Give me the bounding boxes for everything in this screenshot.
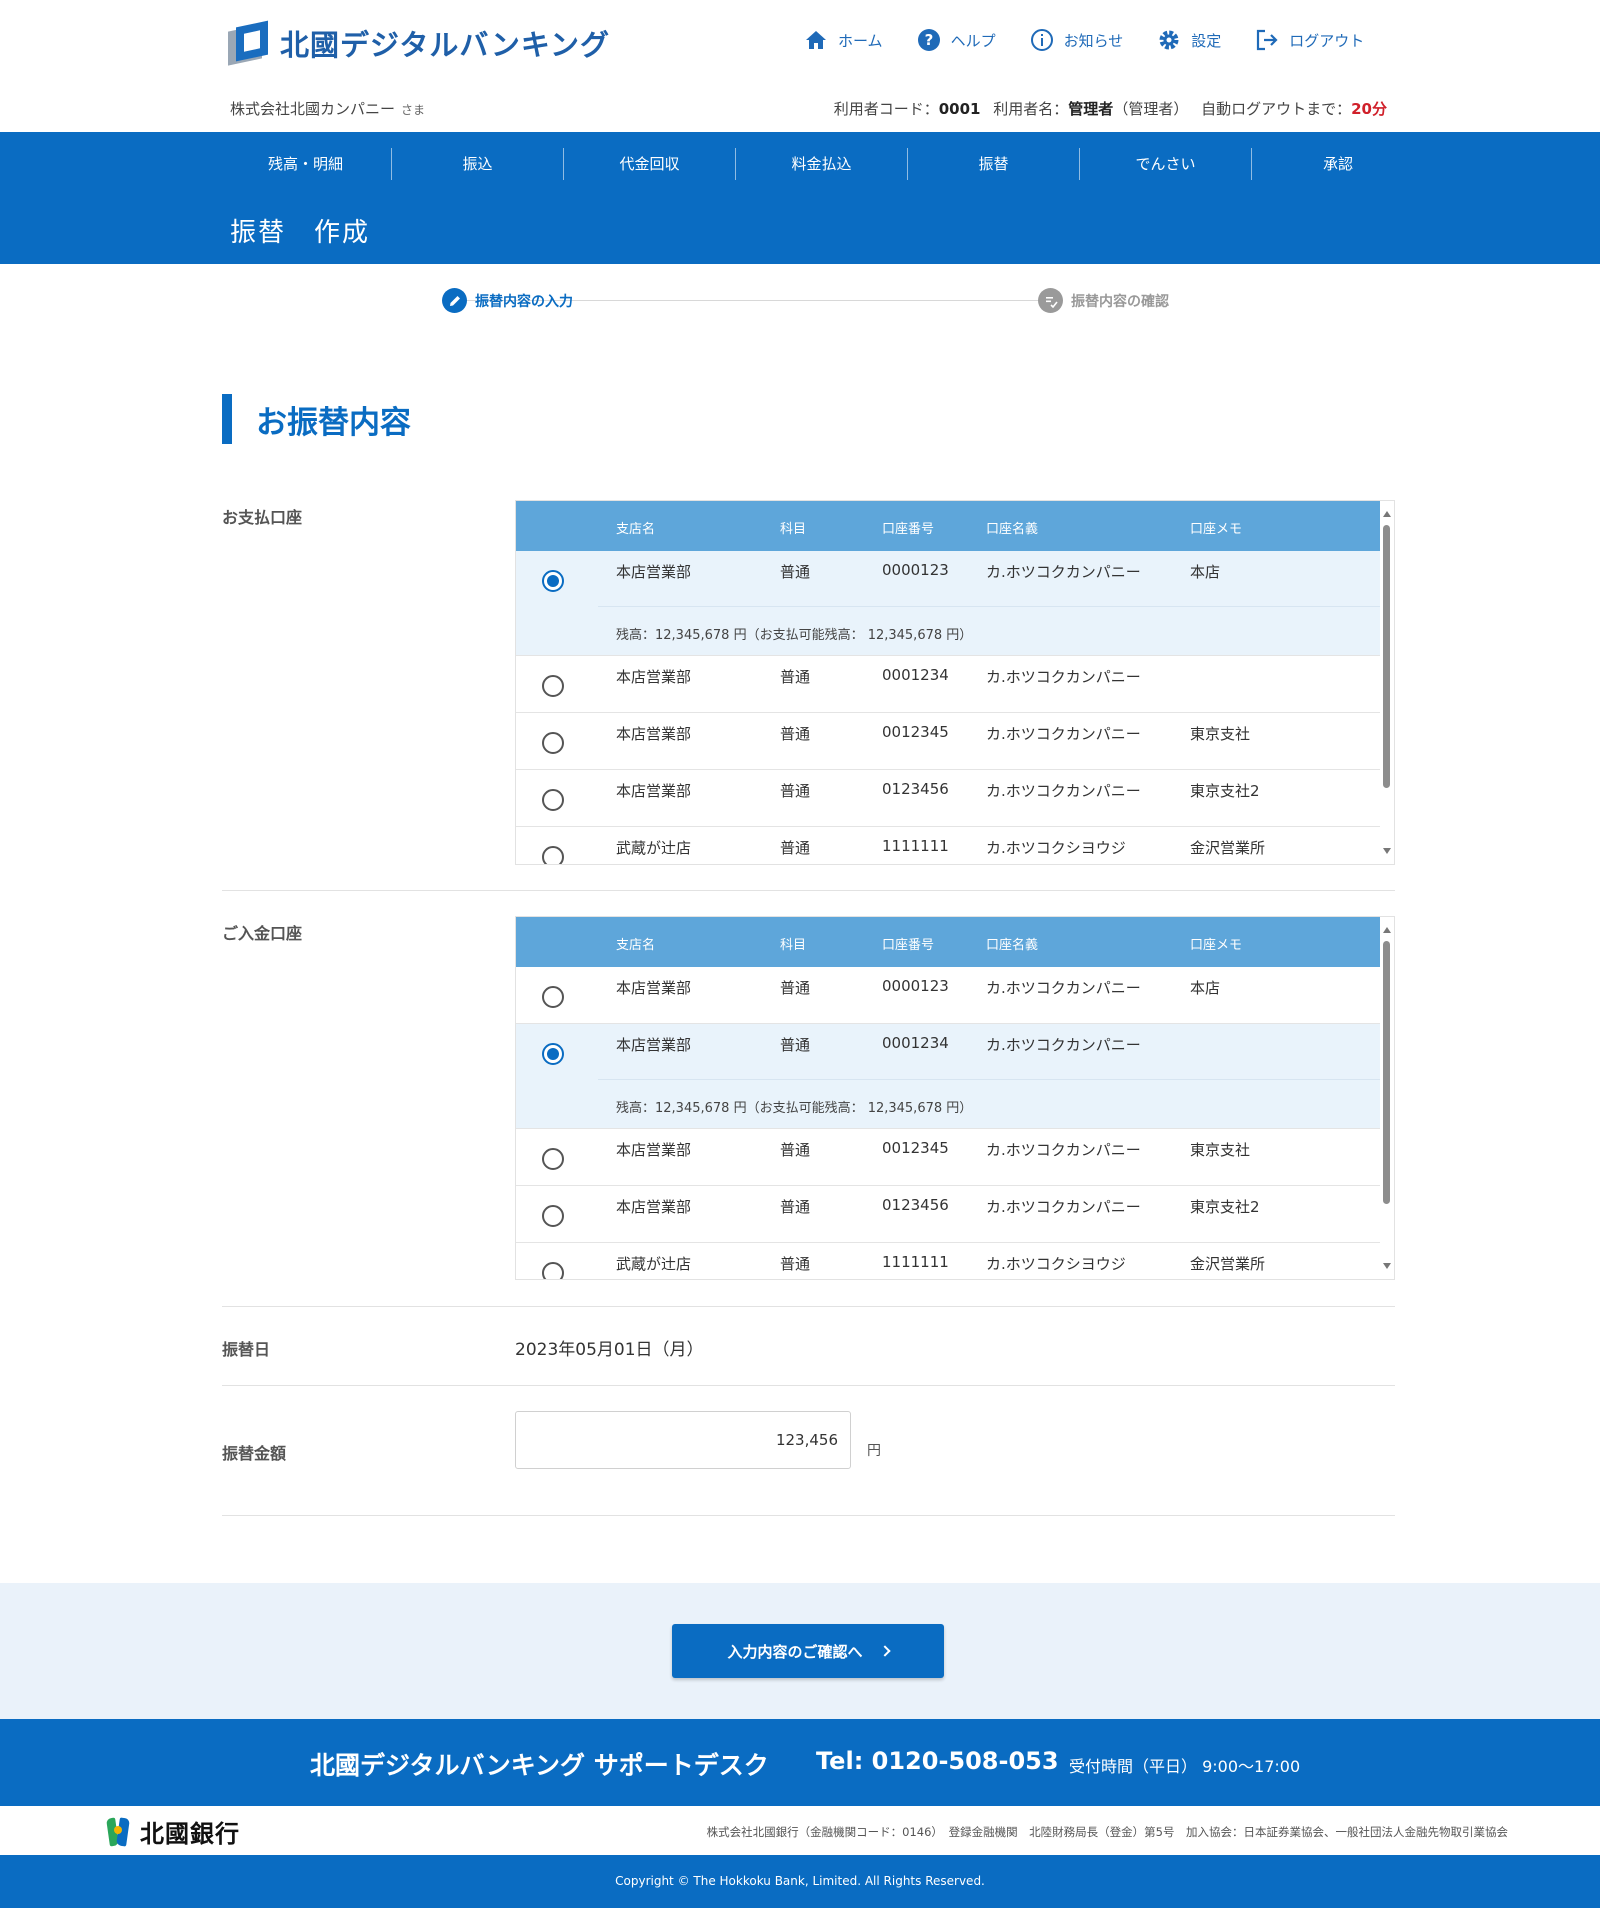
- user-info: 利用者コード：0001 利用者名：管理者（管理者） 自動ログアウトまで：20分: [833, 100, 1387, 118]
- help-icon: ?: [917, 29, 940, 51]
- logout-icon: [1257, 29, 1278, 51]
- nav-settings-label: 設定: [1191, 31, 1222, 50]
- auto-logout-timer: 20分: [1351, 100, 1387, 118]
- section-title: お振替内容: [256, 404, 411, 441]
- radio-button[interactable]: [542, 846, 564, 864]
- nav-settings[interactable]: 設定: [1157, 28, 1221, 52]
- pencil-icon: [442, 288, 467, 313]
- scrollbar[interactable]: [1380, 501, 1394, 864]
- bank-mark-icon: [106, 1816, 134, 1848]
- bank-logo: 北國銀行: [106, 1814, 240, 1849]
- payment-row-1[interactable]: 本店営業部 普通 0001234 カ.ホツコクカンパニー: [516, 656, 1380, 713]
- radio-button[interactable]: [542, 1205, 564, 1227]
- payment-row-3[interactable]: 本店営業部 普通 0123456 カ.ホツコクカンパニー 東京支社2: [516, 770, 1380, 827]
- nav-home[interactable]: ホーム: [804, 28, 883, 52]
- balance-info: 残高：12,345,678 円（お支払可能残高： 12,345,678 円）: [598, 1079, 1380, 1129]
- user-name: 管理者: [1068, 100, 1114, 118]
- home-icon: [806, 31, 826, 49]
- global-nav: 残高・明細 振込 代金回収 料金払込 振替 でんさい 承認: [220, 148, 1424, 180]
- step-confirm: 振替内容の確認: [1038, 288, 1169, 313]
- header: 北國デジタルバンキング ホーム ? ヘルプ お知らせ 設定 ログアウト 株式会社…: [0, 0, 1600, 132]
- deposit-account-table: 支店名 科目 口座番号 口座名義 口座メモ 本店営業部 普通 0000123 カ.ホツコクカン…: [515, 916, 1395, 1280]
- gnav-transfer[interactable]: 振替: [908, 148, 1080, 180]
- top-nav: ホーム ? ヘルプ お知らせ 設定 ログアウト: [804, 28, 1364, 52]
- deposit-row-2[interactable]: 本店営業部 普通 0012345 カ.ホツコクカンパニー 東京支社: [516, 1129, 1380, 1186]
- support-desk-bar: 北國デジタルバンキング サポートデスク Tel: 0120-508-053 受付…: [0, 1719, 1600, 1806]
- support-hours: 受付時間（平日） 9:00〜17:00: [1069, 1757, 1301, 1776]
- balance-info: 残高：12,345,678 円（お支払可能残高： 12,345,678 円）: [598, 606, 1380, 656]
- gnav-balance[interactable]: 残高・明細: [220, 148, 392, 180]
- transfer-date-value: 2023年05月01日（月）: [515, 1340, 704, 1360]
- footer: 北國銀行 株式会社北國銀行（金融機関コード：0146） 登録金融機関 北陸財務局…: [0, 1806, 1600, 1855]
- global-nav-band: 残高・明細 振込 代金回収 料金払込 振替 でんさい 承認 振替 作成: [0, 132, 1600, 264]
- gnav-furikomi[interactable]: 振込: [392, 148, 564, 180]
- stepper: 振替内容の入力 振替内容の確認: [442, 288, 1176, 314]
- gnav-collection[interactable]: 代金回収: [564, 148, 736, 180]
- nav-notice[interactable]: お知らせ: [1030, 28, 1124, 52]
- amount-input[interactable]: [515, 1411, 851, 1469]
- page-title: 振替 作成: [230, 218, 371, 248]
- payment-row-0[interactable]: 本店営業部 普通 0000123 カ.ホツコクカンパニー 本店 残高：12,345,67…: [516, 551, 1380, 656]
- nav-notice-label: お知らせ: [1063, 31, 1124, 50]
- gear-icon: [1159, 30, 1179, 50]
- payment-row-4[interactable]: 武蔵が辻店 普通 1111111 カ.ホツコクシヨウジ 金沢営業所: [516, 827, 1380, 864]
- nav-logout-label: ログアウト: [1289, 31, 1365, 50]
- deposit-account-label: ご入金口座: [222, 924, 303, 943]
- radio-button[interactable]: [542, 1262, 564, 1279]
- nav-help[interactable]: ? ヘルプ: [917, 28, 996, 52]
- brand-logo[interactable]: 北國デジタルバンキング: [228, 20, 611, 66]
- radio-button[interactable]: [542, 789, 564, 811]
- brand-mark-icon: [228, 20, 270, 66]
- support-tel[interactable]: Tel: 0120-508-053: [816, 1747, 1059, 1775]
- copyright: Copyright © The Hokkoku Bank, Limited. A…: [0, 1855, 1600, 1908]
- checklist-icon: [1038, 288, 1063, 313]
- brand-name: 北國デジタルバンキング: [280, 28, 611, 62]
- deposit-row-0[interactable]: 本店営業部 普通 0000123 カ.ホツコクカンパニー 本店: [516, 967, 1380, 1024]
- amount-unit: 円: [867, 1443, 881, 1459]
- radio-button[interactable]: [542, 986, 564, 1008]
- user-code: 0001: [938, 100, 981, 118]
- legal-notice: 株式会社北國銀行（金融機関コード：0146） 登録金融機関 北陸財務局長（登金）…: [706, 1825, 1508, 1839]
- radio-button[interactable]: [542, 1148, 564, 1170]
- payment-account-table: 支店名 科目 口座番号 口座名義 口座メモ 本店営業部 普通 0000123 カ.ホツコクカン…: [515, 500, 1395, 865]
- nav-home-label: ホーム: [838, 31, 883, 50]
- nav-help-label: ヘルプ: [950, 31, 996, 50]
- payment-row-2[interactable]: 本店営業部 普通 0012345 カ.ホツコクカンパニー 東京支社: [516, 713, 1380, 770]
- gnav-payment[interactable]: 料金払込: [736, 148, 908, 180]
- table-header: 支店名 科目 口座番号 口座名義 口座メモ: [516, 501, 1380, 551]
- gnav-approval[interactable]: 承認: [1252, 148, 1424, 180]
- bank-name: 北國銀行: [140, 1820, 240, 1848]
- table-header: 支店名 科目 口座番号 口座名義 口座メモ: [516, 917, 1380, 967]
- chevron-right-icon: [878, 1645, 891, 1657]
- support-desk-name: 北國デジタルバンキング サポートデスク: [310, 1751, 769, 1780]
- scrollbar[interactable]: [1380, 917, 1394, 1279]
- action-area: 入力内容のご確認へ: [0, 1583, 1600, 1719]
- info-icon: [1030, 29, 1053, 51]
- amount-label: 振替金額: [222, 1444, 287, 1463]
- payment-account-label: お支払口座: [222, 508, 303, 527]
- confirm-button[interactable]: 入力内容のご確認へ: [672, 1624, 944, 1678]
- radio-button[interactable]: [542, 1043, 564, 1065]
- section-heading: お振替内容: [222, 394, 411, 444]
- deposit-row-3[interactable]: 本店営業部 普通 0123456 カ.ホツコクカンパニー 東京支社2: [516, 1186, 1380, 1243]
- radio-button[interactable]: [542, 732, 564, 754]
- svg-text:?: ?: [924, 31, 933, 49]
- gnav-densai[interactable]: でんさい: [1080, 148, 1252, 180]
- deposit-row-1[interactable]: 本店営業部 普通 0001234 カ.ホツコクカンパニー 残高：12,345,678 …: [516, 1024, 1380, 1129]
- radio-button[interactable]: [542, 675, 564, 697]
- step-input: 振替内容の入力: [442, 288, 573, 313]
- transfer-date-label: 振替日: [222, 1340, 271, 1359]
- deposit-row-4[interactable]: 武蔵が辻店 普通 1111111 カ.ホツコクシヨウジ 金沢営業所: [516, 1243, 1380, 1279]
- radio-button[interactable]: [542, 570, 564, 592]
- company-name: 株式会社北國カンパニー さま: [230, 100, 426, 118]
- nav-logout[interactable]: ログアウト: [1255, 28, 1364, 52]
